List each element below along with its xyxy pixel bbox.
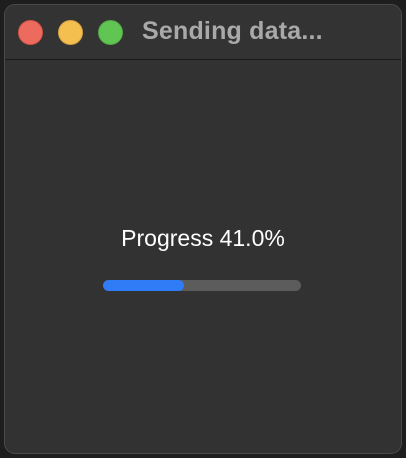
progress-label: Progress 41.0% — [121, 225, 285, 251]
close-button[interactable] — [18, 20, 43, 45]
window-title: Sending data... — [142, 17, 323, 45]
title-bar[interactable]: Sending data... — [5, 5, 401, 60]
progress-bar-fill — [103, 280, 185, 291]
progress-window: Sending data... Progress 41.0% — [4, 4, 402, 454]
window-content: Progress 41.0% — [5, 60, 401, 453]
progress-bar — [103, 280, 301, 291]
window-controls — [18, 20, 123, 45]
minimize-button[interactable] — [58, 20, 83, 45]
zoom-button[interactable] — [98, 20, 123, 45]
